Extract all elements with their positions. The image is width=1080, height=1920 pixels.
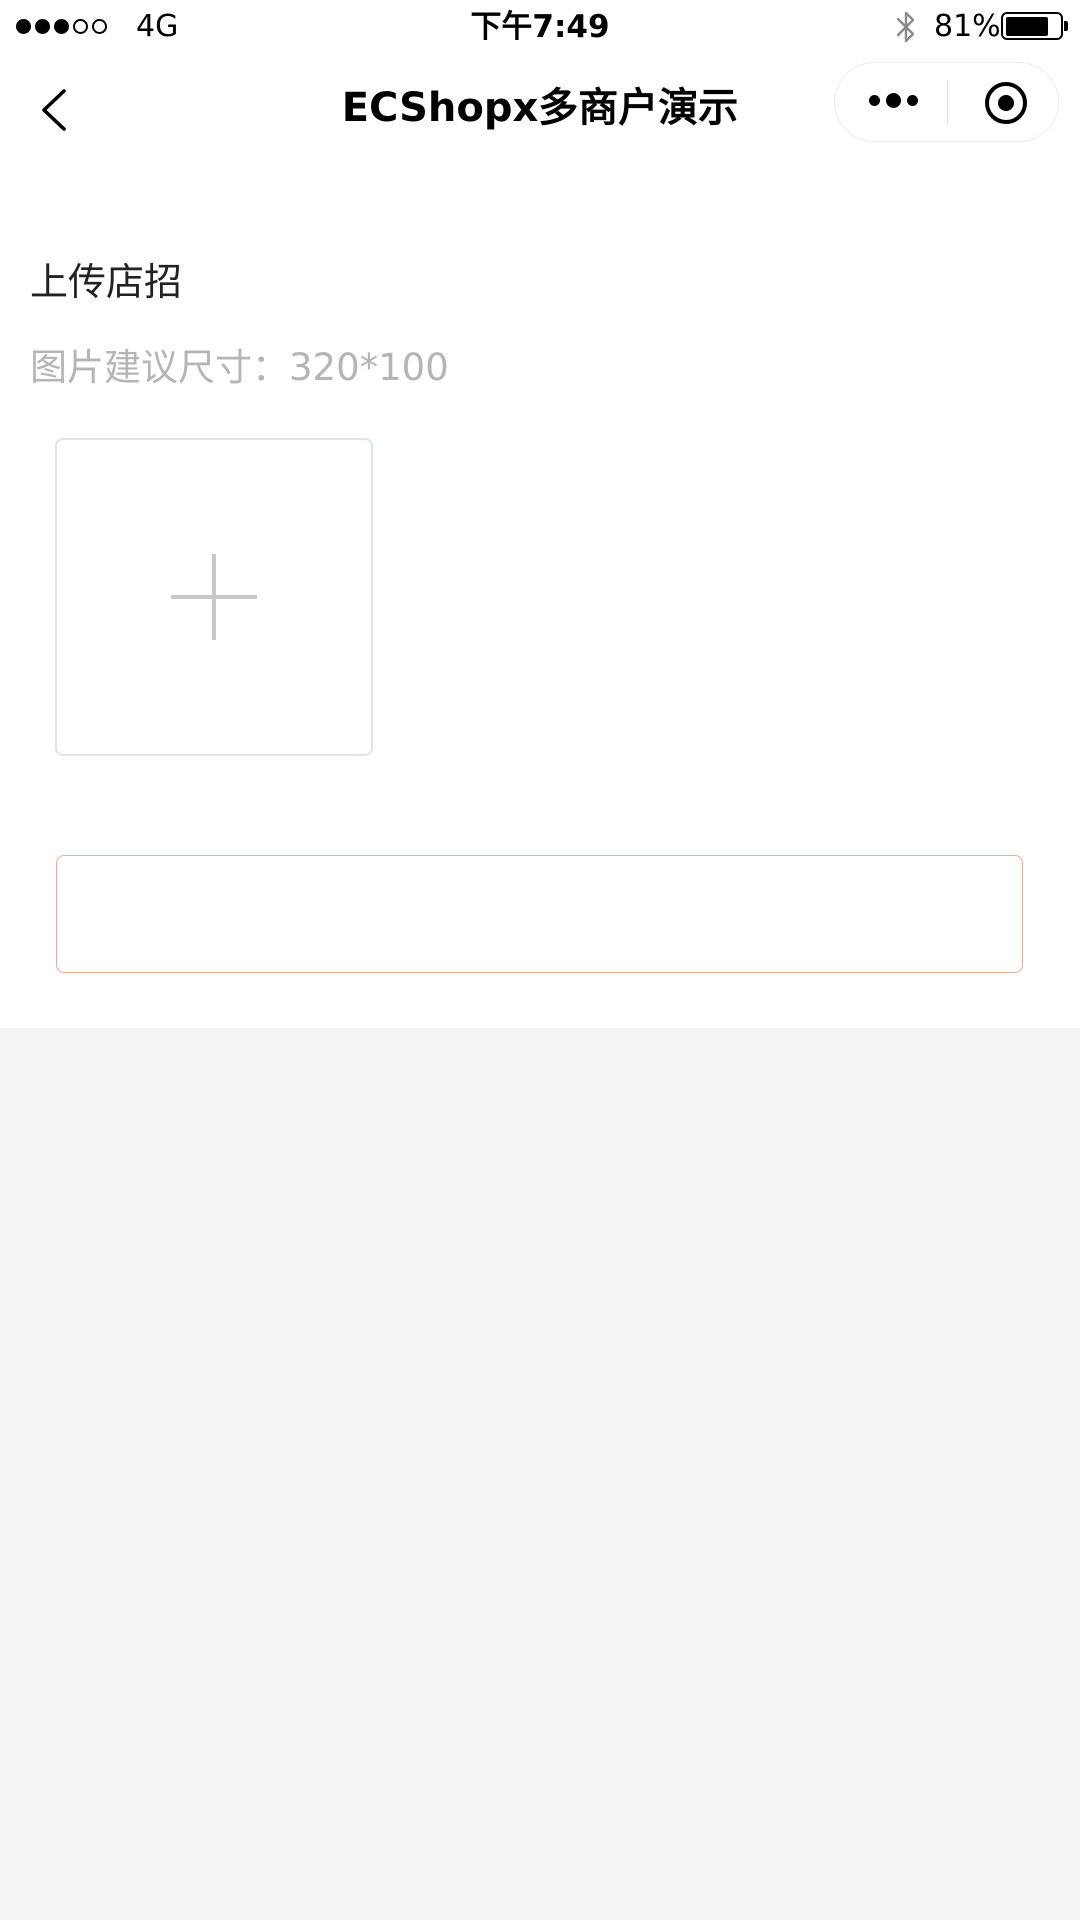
status-bar: 4G 下午7:49 81%	[0, 0, 1080, 55]
bluetooth-icon	[896, 11, 915, 43]
mini-program-capsule	[834, 62, 1059, 142]
target-circle-icon	[985, 82, 1027, 124]
battery-percentage: 81%	[934, 9, 1001, 44]
upload-form: 上传店招 图片建议尺寸：320*100	[0, 165, 1080, 1028]
submit-button[interactable]	[56, 855, 1023, 973]
nav-bar: ECShopx多商户演示	[0, 55, 1080, 165]
section-title: 上传店招	[30, 260, 183, 304]
battery-tip	[1064, 21, 1068, 31]
plus-icon	[171, 554, 257, 640]
close-button[interactable]	[948, 63, 1058, 141]
image-upload-button[interactable]	[55, 438, 373, 756]
battery-level-fill	[1005, 16, 1049, 36]
battery-icon	[1001, 12, 1063, 40]
more-button[interactable]	[835, 63, 947, 141]
image-size-hint: 图片建议尺寸：320*100	[30, 346, 449, 389]
back-button[interactable]	[34, 85, 78, 135]
more-dots-icon	[869, 93, 918, 108]
page-title: ECShopx多商户演示	[341, 85, 739, 131]
